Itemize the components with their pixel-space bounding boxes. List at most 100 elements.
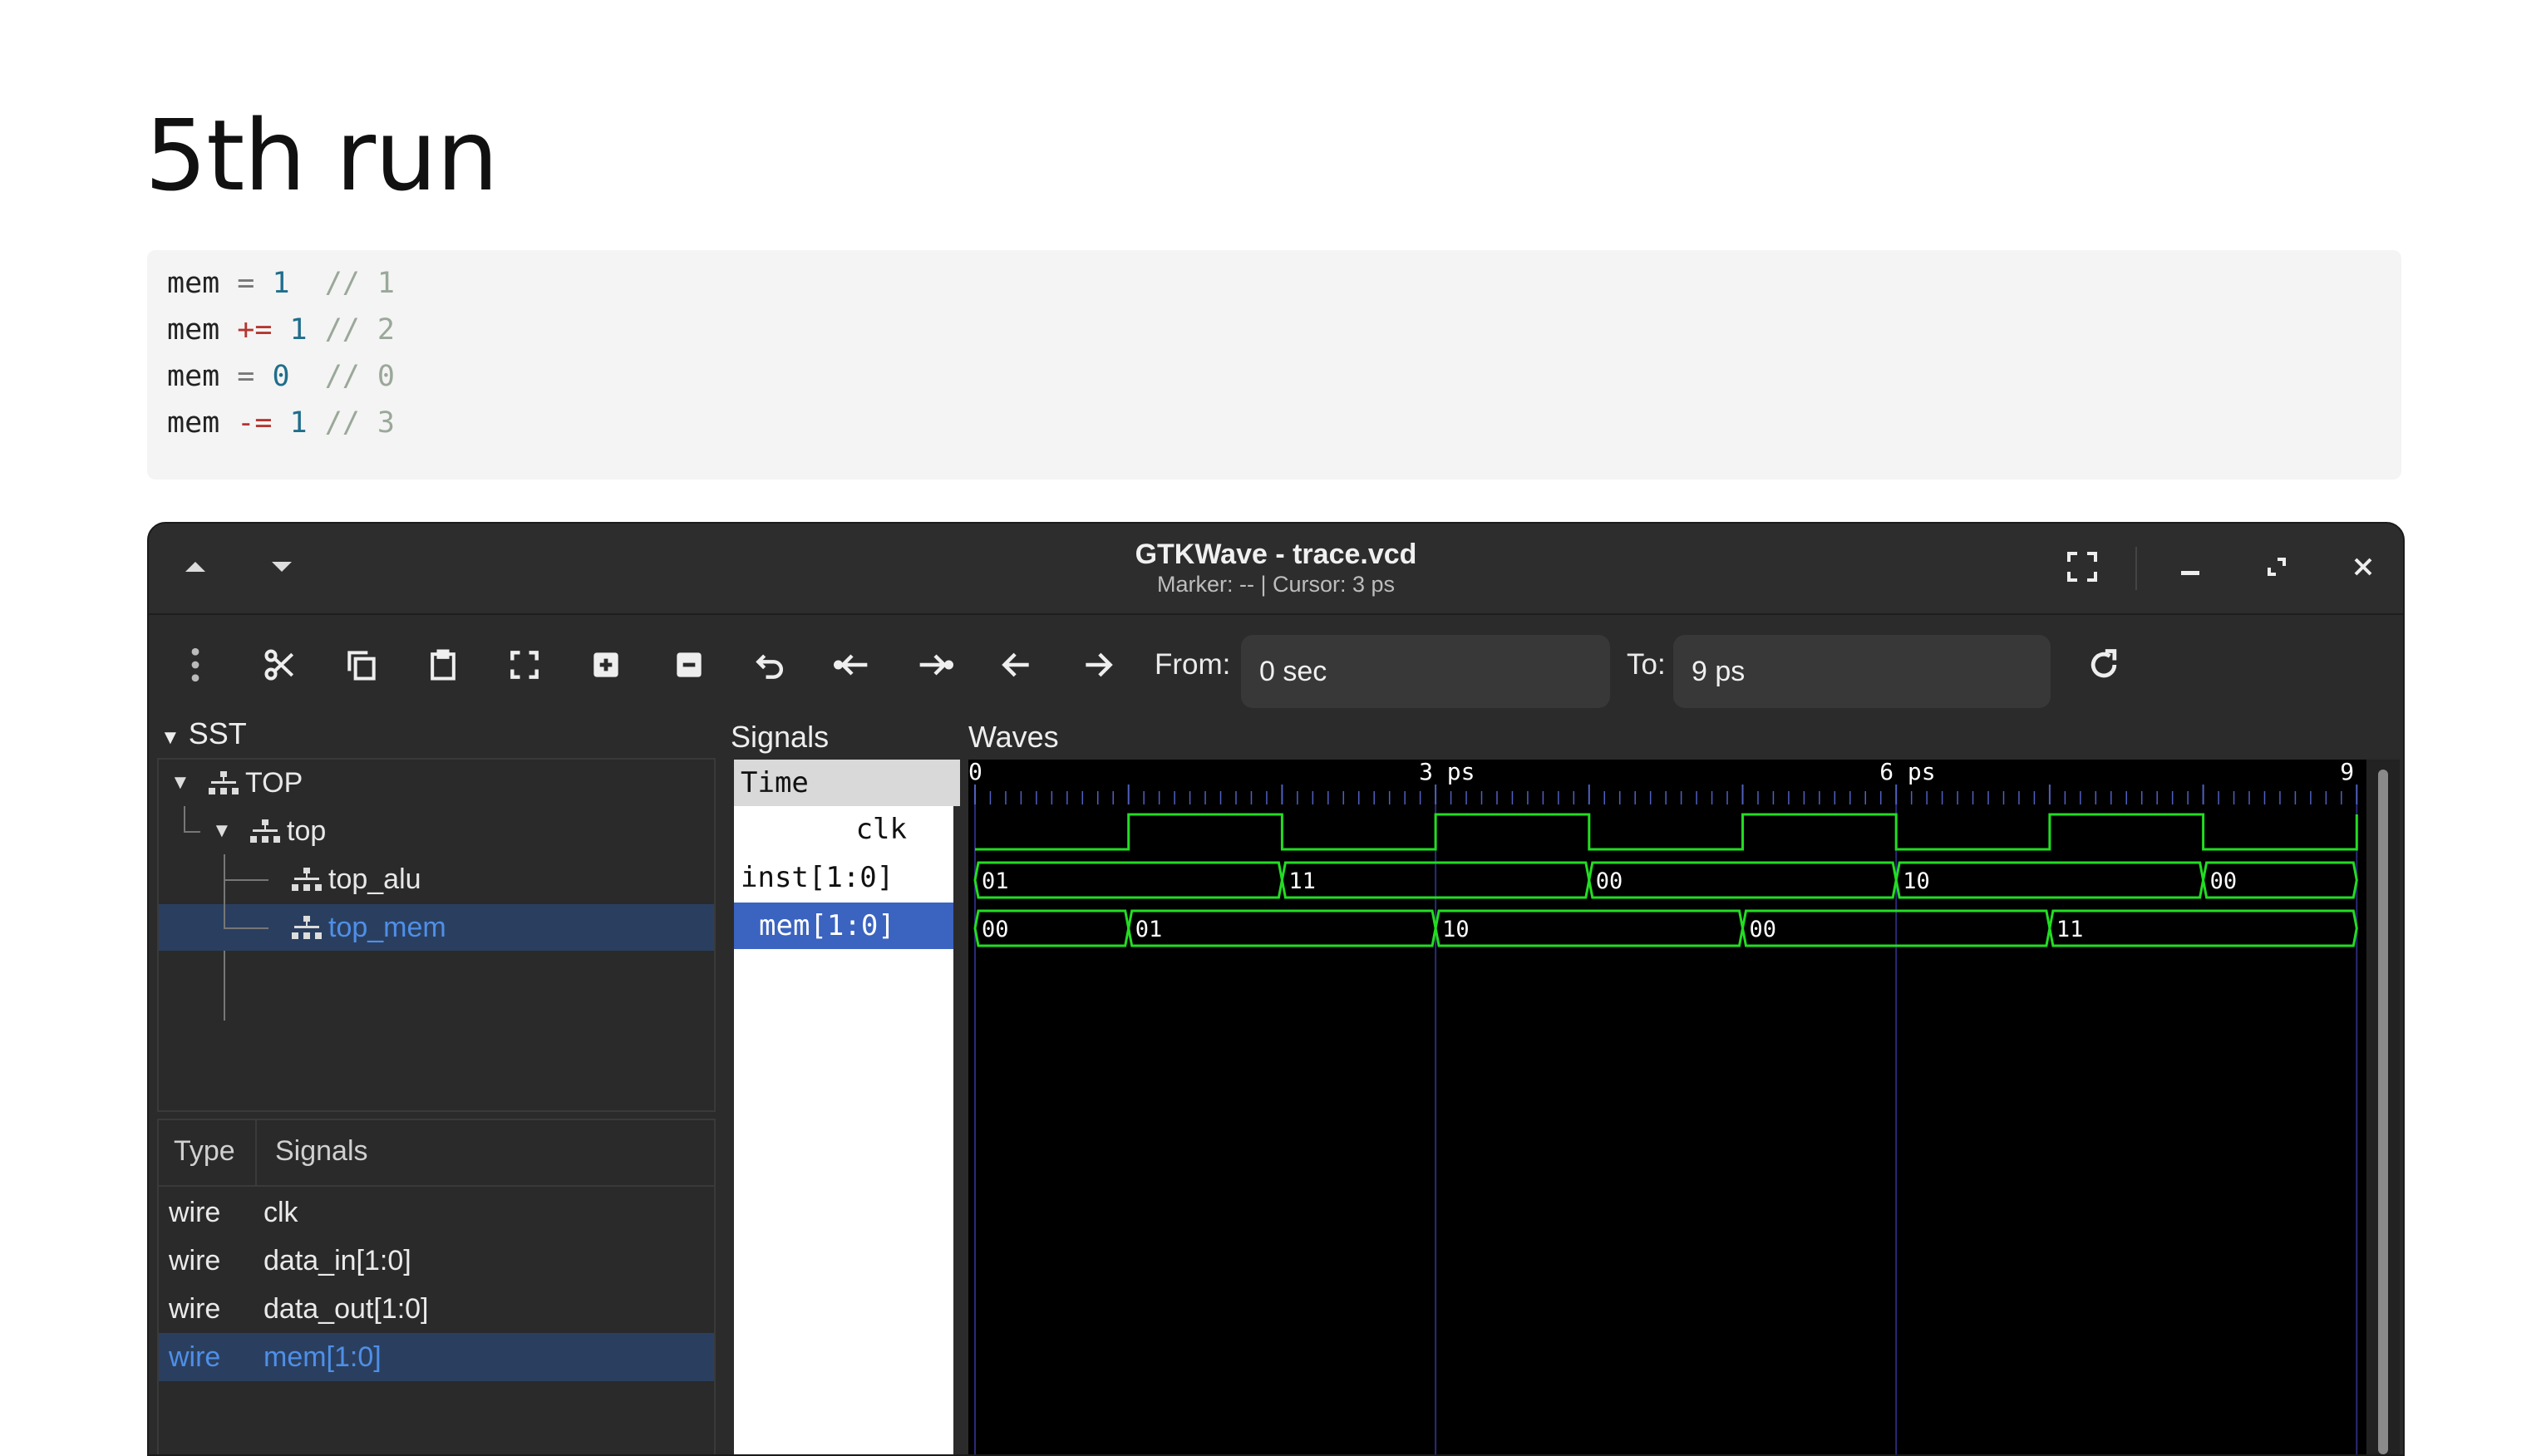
- shift-left-icon: [834, 654, 868, 676]
- mem-value: 00: [982, 917, 1009, 942]
- inst-value: 11: [1288, 868, 1316, 894]
- fullscreen-button[interactable]: [2057, 542, 2107, 592]
- table-row[interactable]: wire clk: [159, 1188, 714, 1237]
- table-header: Type Signals: [159, 1120, 714, 1187]
- column-header-signals[interactable]: Signals: [275, 1135, 368, 1168]
- minimize-icon: [2181, 571, 2199, 575]
- zoom-in-button[interactable]: [581, 640, 631, 690]
- tree-item-top[interactable]: ▼ top: [159, 808, 714, 854]
- zoom-in-icon: [593, 652, 618, 677]
- time-label: 6 ps: [1879, 760, 1935, 785]
- scrollbar-thumb[interactable]: [2378, 770, 2388, 1454]
- mem-segment: [1434, 909, 1745, 947]
- toolbar: From: To:: [149, 615, 2403, 715]
- expand-arrow-icon[interactable]: ▼: [212, 808, 237, 854]
- table-row[interactable]: wire data_out[1:0]: [159, 1285, 714, 1333]
- to-label: To:: [1627, 648, 1666, 681]
- close-icon: [2354, 558, 2372, 576]
- sst-header[interactable]: ▼ SST: [160, 716, 247, 751]
- code-line: mem = 0 // 0: [167, 360, 395, 393]
- collapse-arrow-icon: ▼: [160, 726, 180, 749]
- zoom-fit-button[interactable]: [500, 640, 549, 690]
- time-label: 3 ps: [1419, 760, 1475, 785]
- titlebar-separator: [2135, 547, 2137, 590]
- code-line: mem = 1 // 1: [167, 267, 395, 300]
- tree-item-top-alu[interactable]: top_alu: [159, 856, 714, 903]
- cut-icon: [264, 649, 294, 681]
- hierarchy-icon: [209, 771, 239, 794]
- signal-row-time[interactable]: Time: [734, 760, 960, 806]
- close-button[interactable]: [2338, 542, 2388, 592]
- inst-value: 10: [1903, 868, 1930, 894]
- mem-segment: [2048, 909, 2358, 947]
- shift-left-button[interactable]: [827, 640, 877, 690]
- inst-value: 00: [1596, 868, 1623, 894]
- gtkwave-window: GTKWave - trace.vcd Marker: -- | Cursor:…: [147, 522, 2405, 1456]
- tree-item-top-mem[interactable]: top_mem: [159, 904, 714, 951]
- column-divider[interactable]: [255, 1120, 257, 1185]
- restore-icon: [2268, 558, 2286, 576]
- hierarchy-icon: [292, 916, 322, 939]
- arrow-right-icon: [1086, 652, 1113, 677]
- signal-row-inst[interactable]: inst[1:0]: [734, 854, 960, 901]
- tree-item-label: top_alu: [328, 863, 421, 895]
- tree-connector: [224, 904, 225, 927]
- arrow-left-icon: [1002, 652, 1029, 677]
- restore-button[interactable]: [2252, 542, 2302, 592]
- from-label: From:: [1155, 648, 1231, 681]
- hierarchy-icon: [250, 819, 280, 843]
- zoom-out-button[interactable]: [664, 640, 714, 690]
- inst-value: 01: [982, 868, 1009, 894]
- tree-item-top-root[interactable]: ▼ TOP: [159, 760, 714, 806]
- cut-button[interactable]: [255, 640, 305, 690]
- column-header-type[interactable]: Type: [174, 1135, 235, 1168]
- code-block: mem = 1 // 1 mem += 1 // 2 mem = 0 // 0 …: [147, 250, 2401, 480]
- copy-button[interactable]: [337, 640, 387, 690]
- tree-item-label: TOP: [245, 767, 303, 799]
- reload-icon: [2090, 649, 2117, 678]
- time-label: 9 ps: [2340, 760, 2366, 785]
- reload-button[interactable]: [2079, 640, 2129, 690]
- signal-row-clk[interactable]: clk: [734, 806, 953, 853]
- mem-value: 10: [1442, 917, 1470, 942]
- signal-row-mem[interactable]: mem[1:0]: [734, 903, 953, 949]
- time-label: 0: [968, 760, 982, 785]
- title-bar: GTKWave - trace.vcd Marker: -- | Cursor:…: [149, 524, 2403, 615]
- paste-icon: [431, 649, 456, 681]
- zoom-out-icon: [677, 652, 702, 677]
- signal-type-table: Type Signals wire clk wire data_in[1:0] wi…: [157, 1119, 716, 1454]
- zoom-fit-icon: [510, 651, 539, 679]
- mem-segment: [1127, 909, 1437, 947]
- waves-canvas[interactable]: 0 3 ps 6 ps 9 ps 01 11 00 10 00 00 01 10 00 11: [968, 758, 2396, 1454]
- to-input[interactable]: [1673, 635, 2051, 708]
- undo-button[interactable]: [746, 640, 795, 690]
- tree-connector: [224, 927, 268, 929]
- signals-header: Signals: [731, 720, 830, 754]
- undo-icon: [756, 654, 784, 679]
- menu-button[interactable]: [170, 630, 220, 700]
- code-line: mem -= 1 // 3: [167, 406, 395, 440]
- sst-tree: ▼ TOP ▼ top top_alu top_mem: [157, 758, 716, 1112]
- mem-value: 01: [1135, 917, 1163, 942]
- inst-value: 00: [2210, 868, 2238, 894]
- arrow-left-button[interactable]: [992, 640, 1042, 690]
- arrow-right-button[interactable]: [1073, 640, 1123, 690]
- waveform[interactable]: 0 3 ps 6 ps 9 ps 01 11 00 10 00 00 01 10 00 11: [968, 758, 2396, 1454]
- waves-header: Waves: [968, 720, 1059, 754]
- code-line: mem += 1 // 2: [167, 313, 395, 347]
- page-title: 5th run: [145, 98, 499, 213]
- minimize-button[interactable]: [2165, 542, 2215, 592]
- table-row[interactable]: wire mem[1:0]: [159, 1333, 714, 1381]
- shift-right-button[interactable]: [910, 640, 960, 690]
- paste-button[interactable]: [418, 640, 468, 690]
- tree-item-label: top: [287, 815, 327, 847]
- signals-list: Time clk inst[1:0] mem[1:0]: [734, 760, 960, 1454]
- mem-value: 11: [2056, 917, 2084, 942]
- expand-arrow-icon[interactable]: ▼: [170, 760, 195, 806]
- copy-icon: [347, 651, 376, 681]
- from-input[interactable]: [1241, 635, 1610, 708]
- menu-icon: [191, 647, 199, 682]
- tree-item-label: top_mem: [328, 912, 446, 943]
- table-row[interactable]: wire data_in[1:0]: [159, 1237, 714, 1285]
- shift-right-icon: [919, 654, 953, 676]
